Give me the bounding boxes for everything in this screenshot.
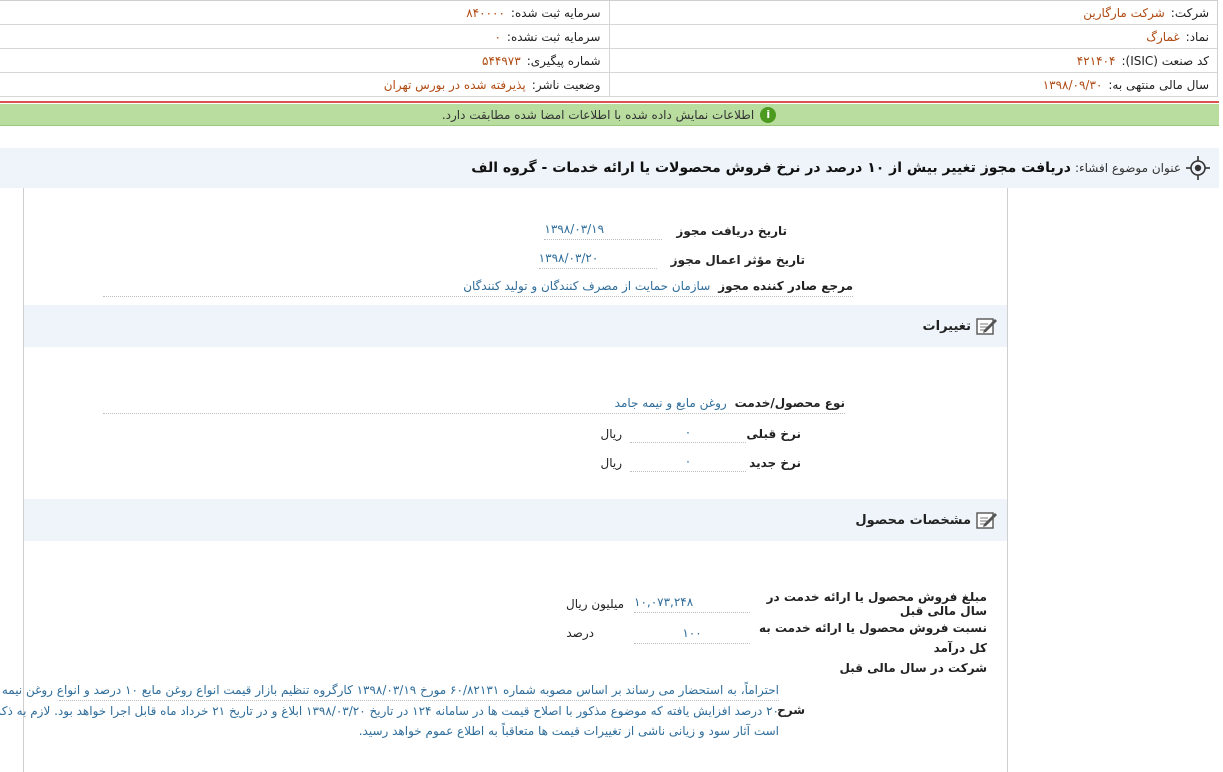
symbol-cell: نماد: غمارگ	[609, 25, 1219, 48]
ratio-value: ۱۰۰	[635, 626, 751, 644]
ratio-label-line-1: نسبت فروش محصول یا ارائه خدمت به کل درآم…	[760, 621, 988, 655]
red-divider	[0, 101, 1220, 103]
capital-unregistered-cell: سرمایه ثبت نشده: ۰	[1, 25, 610, 48]
product-type-row: نوع محصول/خدمت روغن مایع و نیمه جامد	[104, 396, 846, 414]
permit-issuer-value: سازمان حمایت از مصرف کنندگان و تولید کنن…	[464, 279, 712, 293]
permit-received-row: تاریخ دریافت مجوز ۱۳۹۸/۰۳/۱۹	[545, 222, 788, 240]
prev-rate-value: ۰	[631, 425, 747, 443]
sales-value: ۱۰,۰۷۳,۲۴۸	[635, 595, 751, 613]
info-row-fiscal: سال مالی منتهی به: ۱۳۹۸/۰۹/۳۰ وضعیت ناشر…	[1, 73, 1218, 97]
status-label: وضعیت ناشر:	[532, 77, 602, 92]
permit-received-value: ۱۳۹۸/۰۳/۱۹	[545, 222, 664, 240]
symbol-value[interactable]: غمارگ	[1147, 30, 1180, 44]
prev-rate-row: نرخ قبلی ۰ ریال	[601, 425, 802, 443]
edit-note-icon	[977, 512, 998, 529]
fiscal-value: ۱۳۹۸/۰۹/۳۰	[1043, 77, 1104, 92]
section-changes-title: تغییرات	[923, 318, 972, 334]
status-value: پذیرفته شده در بورس تهران	[384, 77, 527, 92]
signature-notice: i اطلاعات نمایش داده شده با اطلاعات امضا…	[0, 104, 1220, 126]
target-icon	[1187, 156, 1211, 180]
capital-registered-cell: سرمایه ثبت شده: ۸۴۰۰۰۰	[1, 1, 610, 24]
info-row-company: شرکت: شرکت مارگارین سرمایه ثبت شده: ۸۴۰۰…	[1, 1, 1218, 25]
tracking-label: شماره پیگیری:	[527, 53, 602, 68]
ratio-row: نسبت فروش محصول یا ارائه خدمت به کل درآم…	[567, 618, 988, 678]
subject-title: دریافت مجوز تغییر بیش از ۱۰ درصد در نرخ …	[472, 160, 1072, 176]
description-line-3: است آثار سود و زیانی ناشی از تغییرات قیم…	[359, 724, 780, 738]
ratio-label-line-2: شرکت در سال مالی قبل	[840, 661, 989, 675]
edit-note-icon	[977, 318, 998, 335]
isic-cell: کد صنعت (ISIC): ۴۲۱۴۰۴	[609, 49, 1219, 72]
permit-issuer-label: مرجع صادر کننده مجوز	[719, 279, 854, 293]
capital-unregistered-value: ۰	[495, 29, 502, 44]
capital-unregistered-label: سرمایه ثبت نشده:	[507, 29, 602, 44]
description-label: شرح	[778, 703, 806, 717]
tracking-value: ۵۴۴۹۷۳	[483, 53, 522, 68]
tracking-cell: شماره پیگیری: ۵۴۴۹۷۳	[1, 49, 610, 72]
permit-received-label: تاریخ دریافت مجوز	[677, 224, 788, 238]
prev-rate-unit: ریال	[601, 427, 623, 441]
capital-registered-value: ۸۴۰۰۰۰	[467, 5, 506, 20]
section-specs: مشخصات محصول	[25, 499, 1008, 541]
company-label: شرکت:	[1171, 5, 1210, 20]
notice-text: اطلاعات نمایش داده شده با اطلاعات امضا ش…	[442, 107, 756, 122]
description-line-1: احتراماً، به استحضار می رساند بر اساس مص…	[0, 680, 780, 701]
product-type-label: نوع محصول/خدمت	[735, 396, 846, 410]
isic-value: ۴۲۱۴۰۴	[1077, 53, 1117, 68]
info-icon: i	[761, 106, 778, 123]
sales-label: مبلغ فروش محصول یا ارائه خدمت در سال مال…	[767, 590, 988, 618]
ratio-label: نسبت فروش محصول یا ارائه خدمت به کل درآم…	[756, 618, 988, 678]
section-specs-title: مشخصات محصول	[856, 512, 972, 528]
permit-effective-value: ۱۳۹۸/۰۳/۲۰	[539, 251, 658, 269]
permit-effective-row: تاریخ مؤثر اعمال مجوز ۱۳۹۸/۰۳/۲۰	[539, 251, 806, 269]
symbol-label: نماد:	[1186, 29, 1210, 44]
sales-row: مبلغ فروش محصول یا ارائه خدمت در سال مال…	[567, 590, 988, 618]
description-label-row: شرح	[778, 703, 806, 717]
ratio-unit: درصد	[567, 626, 595, 640]
capital-registered-label: سرمایه ثبت شده:	[511, 5, 602, 20]
description-line-2: ۲۰ درصد افزایش یافته که موضوع مذکور با ا…	[0, 704, 780, 718]
company-value[interactable]: شرکت مارگارین	[1084, 6, 1166, 20]
fiscal-cell: سال مالی منتهی به: ۱۳۹۸/۰۹/۳۰	[609, 73, 1219, 96]
new-rate-label: نرخ جدید	[750, 456, 802, 470]
sales-unit: میلیون ریال	[567, 597, 625, 611]
subject-label: عنوان موضوع افشاء:	[1075, 161, 1182, 175]
company-info-table: شرکت: شرکت مارگارین سرمایه ثبت شده: ۸۴۰۰…	[0, 0, 1219, 97]
subject-bar: عنوان موضوع افشاء: دریافت مجوز تغییر بیش…	[0, 148, 1220, 188]
info-row-symbol: نماد: غمارگ سرمایه ثبت نشده: ۰	[1, 25, 1218, 49]
fiscal-label: سال مالی منتهی به:	[1109, 77, 1210, 92]
permit-issuer-row: مرجع صادر کننده مجوز سازمان حمایت از مصر…	[104, 279, 854, 297]
new-rate-value: ۰	[631, 454, 747, 472]
info-row-isic: کد صنعت (ISIC): ۴۲۱۴۰۴ شماره پیگیری: ۵۴۴…	[1, 49, 1218, 73]
prev-rate-label: نرخ قبلی	[747, 427, 802, 441]
company-cell: شرکت: شرکت مارگارین	[609, 1, 1219, 24]
new-rate-row: نرخ جدید ۰ ریال	[601, 454, 802, 472]
isic-label: کد صنعت (ISIC):	[1122, 53, 1210, 68]
description-text: احتراماً، به استحضار می رساند بر اساس مص…	[0, 680, 780, 741]
new-rate-unit: ریال	[601, 456, 623, 470]
status-cell: وضعیت ناشر: پذیرفته شده در بورس تهران	[1, 73, 610, 96]
disclosure-content: تاریخ دریافت مجوز ۱۳۹۸/۰۳/۱۹ تاریخ مؤثر …	[0, 188, 1009, 772]
permit-effective-label: تاریخ مؤثر اعمال مجوز	[671, 253, 806, 267]
section-changes: تغییرات	[25, 305, 1008, 347]
product-type-value: روغن مایع و نیمه جامد	[615, 396, 728, 410]
